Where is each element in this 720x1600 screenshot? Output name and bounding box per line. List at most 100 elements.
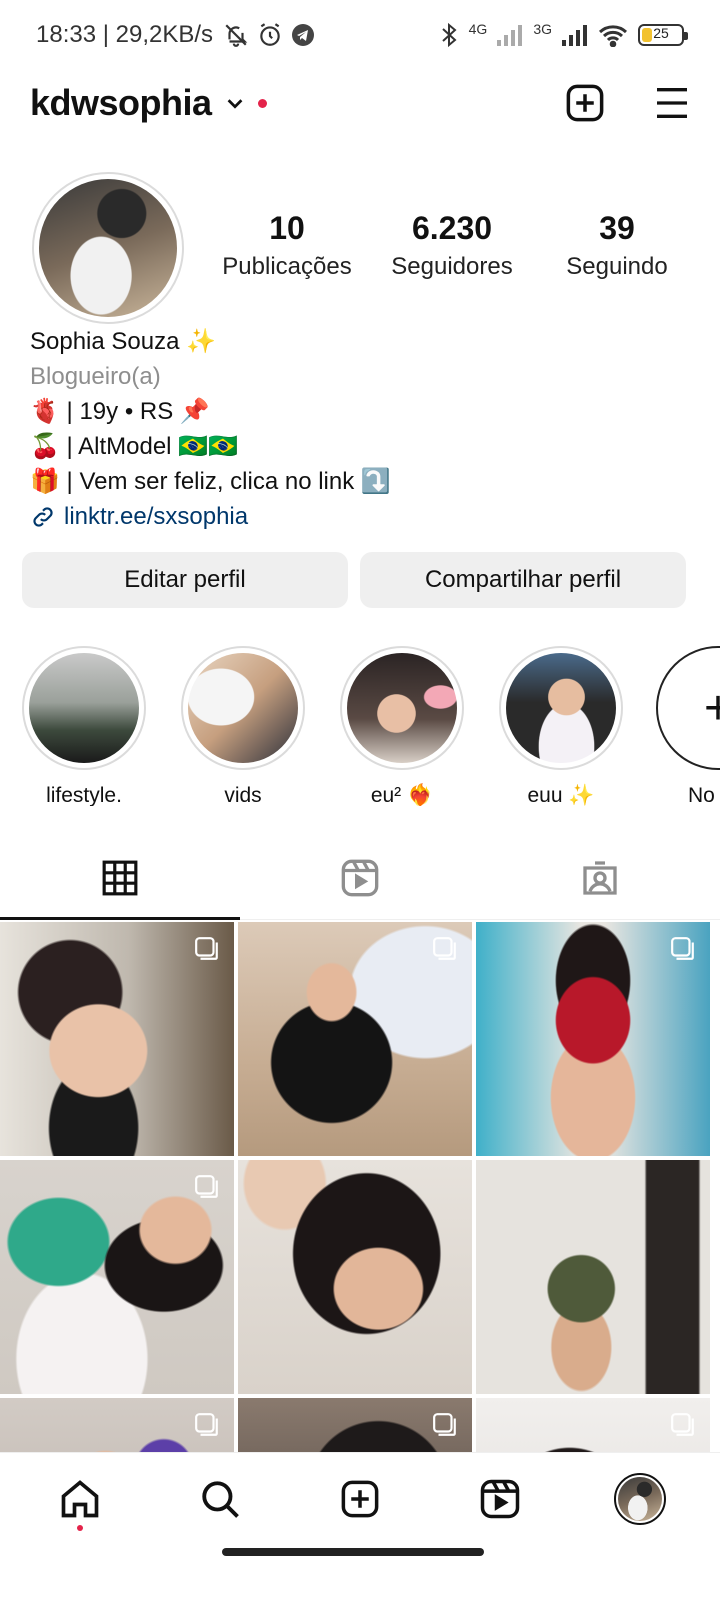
highlight-label: No (688, 784, 715, 806)
stat-followers[interactable]: 6.230 Seguidores (377, 210, 527, 281)
posts-grid (0, 922, 720, 1452)
notification-dot (77, 1525, 83, 1531)
status-left: 18:33 | 29,2KB/s (36, 21, 315, 49)
carousel-icon (195, 1175, 218, 1198)
highlight-cover (347, 653, 457, 763)
nav-search[interactable] (180, 1459, 260, 1539)
stat-following[interactable]: 39 Seguindo (542, 210, 692, 281)
battery-icon: 25 (638, 24, 688, 46)
home-icon[interactable] (58, 1477, 102, 1521)
carousel-icon (433, 1413, 456, 1436)
stat-label: Seguindo (566, 253, 668, 280)
highlight-lifestyle[interactable]: lifestyle. (22, 646, 146, 806)
nav-reels[interactable] (460, 1459, 540, 1539)
highlight-cover (188, 653, 298, 763)
bottom-navigation (0, 1452, 720, 1600)
link-icon (33, 506, 53, 527)
carousel-icon (671, 1413, 694, 1436)
plus-icon: + (656, 646, 720, 770)
post-thumbnail[interactable] (238, 922, 472, 1156)
alarm-icon (260, 23, 280, 46)
chevron-down-icon[interactable] (224, 92, 246, 114)
username[interactable]: kdwsophia (30, 82, 212, 124)
profile-avatar[interactable] (32, 172, 184, 324)
status-time: 18:33 | 29,2KB/s (36, 21, 214, 48)
signal-icon (562, 25, 587, 46)
bio-line: 🎁 | Vem ser feliz, clica no link ⤵️ (30, 468, 391, 495)
bottom-nav-items (0, 1453, 720, 1545)
display-name: Sophia Souza ✨ (30, 328, 216, 355)
tab-tagged[interactable] (480, 836, 720, 919)
status-right: 4G 3G 25 (439, 21, 688, 48)
create-icon[interactable] (339, 1478, 381, 1520)
stat-value: 39 (599, 210, 635, 246)
profile-bio: Sophia Souza ✨ Blogueiro(a) 🫀 | 19y • RS… (30, 324, 690, 534)
nav-home[interactable] (40, 1459, 120, 1539)
carousel-icon (671, 937, 694, 960)
reels-icon[interactable] (340, 858, 380, 898)
highlight-vids[interactable]: vids (181, 646, 305, 806)
signal-icon (497, 25, 523, 46)
post-thumbnail[interactable] (0, 922, 234, 1156)
mute-icon (225, 24, 248, 47)
post-thumbnail[interactable] (476, 1398, 710, 1452)
stat-posts[interactable]: 10 Publicações (212, 210, 362, 281)
header-actions (564, 82, 692, 124)
tagged-icon[interactable] (580, 858, 620, 898)
highlight-cover (29, 653, 139, 763)
grid-icon[interactable] (101, 859, 139, 897)
tab-reels[interactable] (240, 836, 480, 919)
profile-summary: 10 Publicações 6.230 Seguidores 39 Segui… (0, 172, 720, 324)
bio-line: 🫀 | 19y • RS 📌 (30, 398, 210, 425)
bio-link[interactable]: linktr.ee/sxsophia (30, 499, 690, 534)
highlight-new[interactable]: + No (656, 646, 720, 806)
post-thumbnail[interactable] (238, 1398, 472, 1452)
story-highlights: lifestyle. vids eu² ❤️‍🔥 euu ✨ + No (0, 646, 720, 806)
telegram-icon (292, 24, 315, 46)
post-thumbnail[interactable] (476, 1160, 710, 1394)
stat-value: 6.230 (411, 210, 493, 246)
battery-level-text: 25 (653, 25, 669, 41)
status-bar: 18:33 | 29,2KB/s 4G 3G 25 (0, 0, 720, 70)
highlight-ring (499, 646, 623, 770)
account-switcher[interactable]: kdwsophia (30, 82, 267, 124)
post-thumbnail[interactable] (476, 922, 710, 1156)
gesture-bar[interactable] (222, 1548, 484, 1556)
post-thumbnail[interactable] (238, 1160, 472, 1394)
reels-icon[interactable] (479, 1478, 521, 1520)
profile-photo (618, 1477, 662, 1521)
highlight-label: eu² ❤️‍🔥 (370, 784, 434, 806)
carousel-icon (433, 937, 456, 960)
highlight-eu2[interactable]: eu² ❤️‍🔥 (340, 646, 464, 806)
notification-dot (257, 98, 267, 108)
nav-create[interactable] (320, 1459, 400, 1539)
highlight-cover (506, 653, 616, 763)
highlight-label: vids (224, 784, 262, 806)
post-thumbnail[interactable] (0, 1398, 234, 1452)
profile-header: kdwsophia (0, 70, 720, 136)
highlight-label: euu ✨ (527, 784, 595, 806)
network-4g-label: 4G (468, 21, 488, 37)
share-profile-button[interactable]: Compartilhar perfil (360, 552, 686, 608)
profile-tabs (0, 836, 720, 920)
highlight-ring (22, 646, 146, 770)
profile-avatar[interactable] (614, 1473, 666, 1525)
profile-stats: 10 Publicações 6.230 Seguidores 39 Segui… (212, 210, 692, 281)
tab-grid[interactable] (0, 836, 240, 920)
wifi-icon (598, 25, 628, 47)
bluetooth-icon (441, 22, 457, 48)
highlight-euu[interactable]: euu ✨ (499, 646, 623, 806)
search-icon[interactable] (199, 1478, 241, 1520)
profile-actions: Editar perfil Compartilhar perfil (22, 552, 686, 608)
bio-link-text[interactable]: linktr.ee/sxsophia (64, 499, 248, 534)
new-post-icon[interactable] (564, 82, 606, 124)
highlight-ring (181, 646, 305, 770)
status-notification-icons (223, 22, 315, 48)
menu-icon[interactable] (652, 83, 692, 123)
highlight-label: lifestyle. (46, 784, 122, 806)
nav-profile[interactable] (600, 1459, 680, 1539)
edit-profile-button[interactable]: Editar perfil (22, 552, 348, 608)
category-label: Blogueiro(a) (30, 363, 161, 390)
profile-photo (39, 179, 177, 317)
post-thumbnail[interactable] (0, 1160, 234, 1394)
